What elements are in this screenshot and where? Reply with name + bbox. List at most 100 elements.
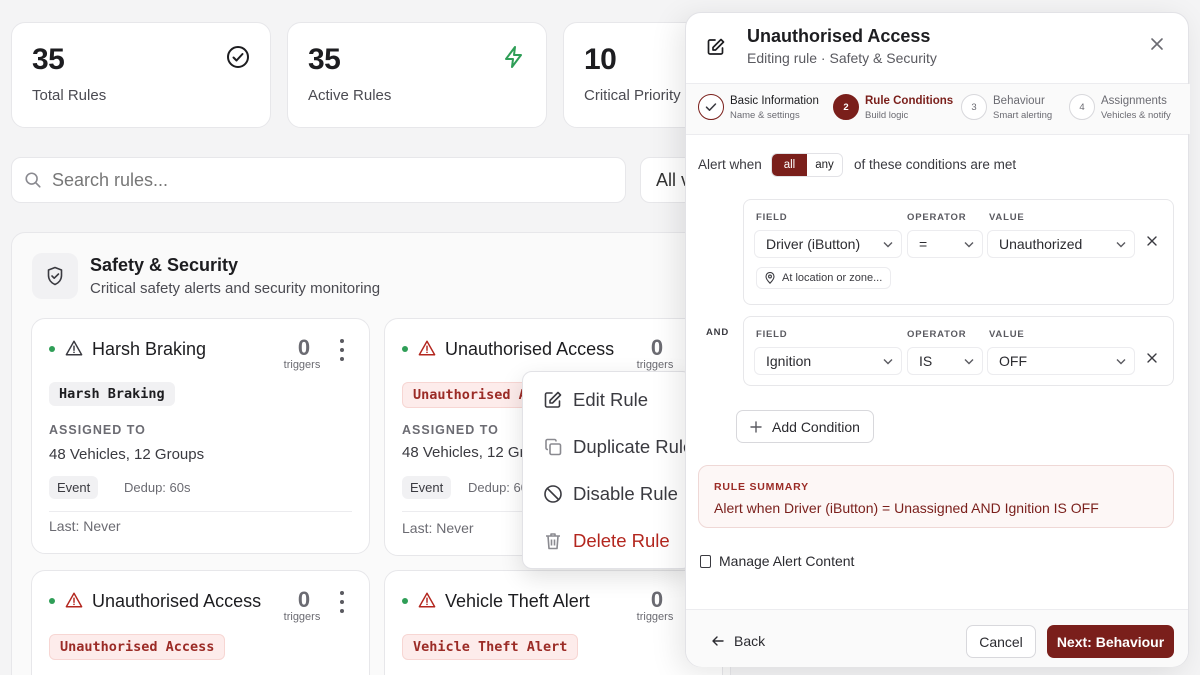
step-title: Assignments	[1101, 95, 1167, 107]
field-select[interactable]: Driver (iButton)	[754, 230, 902, 258]
value-label: VALUE	[989, 212, 1025, 223]
value-select[interactable]: Unauthorized	[987, 230, 1135, 258]
operator-select[interactable]: IS	[907, 347, 983, 375]
stat-label: Active Rules	[308, 87, 392, 104]
chevron-down-icon	[1116, 359, 1126, 365]
add-condition-button[interactable]: Add Condition	[736, 410, 874, 443]
section-title: Safety & Security	[90, 255, 239, 275]
step-subtitle: Name & settings	[730, 110, 800, 121]
field-value: Ignition	[766, 353, 812, 369]
menu-delete-rule[interactable]: Delete Rule	[543, 530, 670, 552]
edit-icon	[544, 391, 562, 408]
rule-card[interactable]: Vehicle Theft Alert 0 triggers Vehicle T…	[384, 570, 723, 675]
step-assignments[interactable]: 4 Assignments Vehicles & notify	[1069, 94, 1171, 121]
status-dot	[402, 346, 408, 352]
rule-tag: Unauthorised Access	[49, 634, 226, 660]
step-behaviour[interactable]: 3 Behaviour Smart alerting	[961, 94, 1052, 121]
match-any-button[interactable]: any	[807, 154, 842, 176]
status-dot	[402, 598, 408, 604]
step-number: 4	[1069, 94, 1095, 120]
stat-card-active: 35 Active Rules	[287, 22, 547, 128]
step-subtitle: Build logic	[865, 110, 909, 121]
field-label: FIELD	[756, 329, 788, 340]
step-number: 3	[961, 94, 987, 120]
panel-footer: Back Cancel Next: Behaviour	[686, 610, 1188, 667]
dedup-text: Dedup: 60s	[124, 480, 191, 495]
rule-title: Vehicle Theft Alert	[445, 591, 590, 611]
menu-edit-rule[interactable]: Edit Rule	[543, 389, 648, 411]
edit-rule-panel: Unauthorised Access Editing rule · Safet…	[685, 12, 1190, 667]
step-rule-conditions[interactable]: 2 Rule Conditions Build logic	[833, 94, 953, 121]
chevron-down-icon	[883, 359, 893, 365]
remove-condition-icon[interactable]	[1147, 236, 1157, 246]
conditions-met-label: of these conditions are met	[854, 157, 1017, 172]
edit-icon	[702, 33, 730, 61]
step-basic-information[interactable]: Basic Information Name & settings	[698, 94, 819, 121]
rule-title: Unauthorised Access	[92, 591, 262, 611]
step-title: Behaviour	[993, 95, 1045, 107]
close-icon[interactable]	[1150, 37, 1164, 51]
trash-icon	[546, 533, 560, 550]
value-label: VALUE	[989, 329, 1025, 340]
step-done-indicator	[698, 94, 724, 120]
match-all-button[interactable]: all	[772, 154, 807, 176]
menu-duplicate-rule[interactable]: Duplicate Rule	[543, 436, 693, 458]
status-dot	[49, 346, 55, 352]
assigned-value: 48 Vehicles, 12 Groups	[49, 446, 205, 463]
step-subtitle: Vehicles & notify	[1101, 110, 1171, 121]
search-input[interactable]	[52, 169, 612, 191]
dedup-text: Dedup: 60	[468, 480, 528, 495]
alert-when-label: Alert when	[698, 157, 762, 172]
chevron-down-icon	[883, 242, 893, 248]
rule-context-menu: Edit Rule Duplicate Rule Disable Rule De…	[522, 371, 693, 569]
stat-value: 35	[32, 43, 65, 76]
check-circle-icon	[227, 46, 249, 68]
add-condition-label: Add Condition	[772, 418, 860, 435]
field-select[interactable]: Ignition	[754, 347, 902, 375]
rule-card[interactable]: Harsh Braking 0 triggers Harsh Braking A…	[31, 318, 370, 554]
rule-card[interactable]: Unauthorised Access 0 triggers Unauthori…	[31, 570, 370, 675]
warning-icon	[65, 340, 83, 356]
value-select[interactable]: OFF	[987, 347, 1135, 375]
location-zone-label: At location or zone...	[782, 272, 883, 284]
rule-tag: Harsh Braking	[49, 382, 175, 406]
trigger-label: triggers	[636, 359, 674, 371]
checkbox[interactable]	[700, 554, 711, 568]
next-behaviour-button[interactable]: Next: Behaviour	[1047, 625, 1174, 658]
stat-label: Total Rules	[32, 87, 107, 104]
field-label: FIELD	[756, 212, 788, 223]
section-icon-box	[32, 253, 78, 299]
menu-disable-rule[interactable]: Disable Rule	[543, 483, 678, 505]
assigned-label: ASSIGNED TO	[49, 423, 146, 437]
remove-condition-icon[interactable]	[1147, 353, 1157, 363]
panel-subtitle: Editing rule · Safety & Security	[747, 50, 937, 66]
assigned-label: ASSIGNED TO	[402, 423, 499, 437]
rule-title: Unauthorised Access	[445, 339, 615, 359]
stat-card-total: 35 Total Rules	[11, 22, 271, 128]
operator-value: =	[919, 236, 928, 252]
location-zone-button[interactable]: At location or zone...	[756, 267, 892, 289]
manage-alert-content-label: Manage Alert Content	[719, 553, 855, 569]
lightning-icon	[505, 46, 522, 68]
search-bar[interactable]	[11, 157, 626, 203]
divider	[49, 511, 352, 512]
more-options-icon[interactable]	[339, 591, 345, 613]
value-value: OFF	[999, 353, 1027, 369]
map-pin-icon	[765, 272, 775, 284]
rule-tag: Vehicle Theft Alert	[402, 634, 579, 660]
operator-value: IS	[919, 353, 933, 369]
stepper: Basic Information Name & settings 2 Rule…	[686, 84, 1190, 134]
operator-select[interactable]: =	[907, 230, 983, 258]
assigned-value: 48 Vehicles, 12 Gr	[402, 444, 525, 461]
back-label: Back	[734, 633, 766, 649]
manage-alert-content-checkbox[interactable]: Manage Alert Content	[700, 553, 854, 569]
field-value: Driver (iButton)	[766, 236, 861, 252]
more-options-icon[interactable]	[339, 339, 345, 361]
match-toggle: all any	[771, 153, 843, 177]
condition-row: FIELD OPERATOR VALUE Ignition IS OFF	[743, 316, 1174, 386]
back-button[interactable]: Back	[712, 633, 765, 649]
trigger-label: triggers	[283, 359, 321, 371]
last-triggered: Last: Never	[49, 518, 121, 534]
cancel-button[interactable]: Cancel	[966, 625, 1036, 658]
warning-icon	[418, 340, 436, 356]
